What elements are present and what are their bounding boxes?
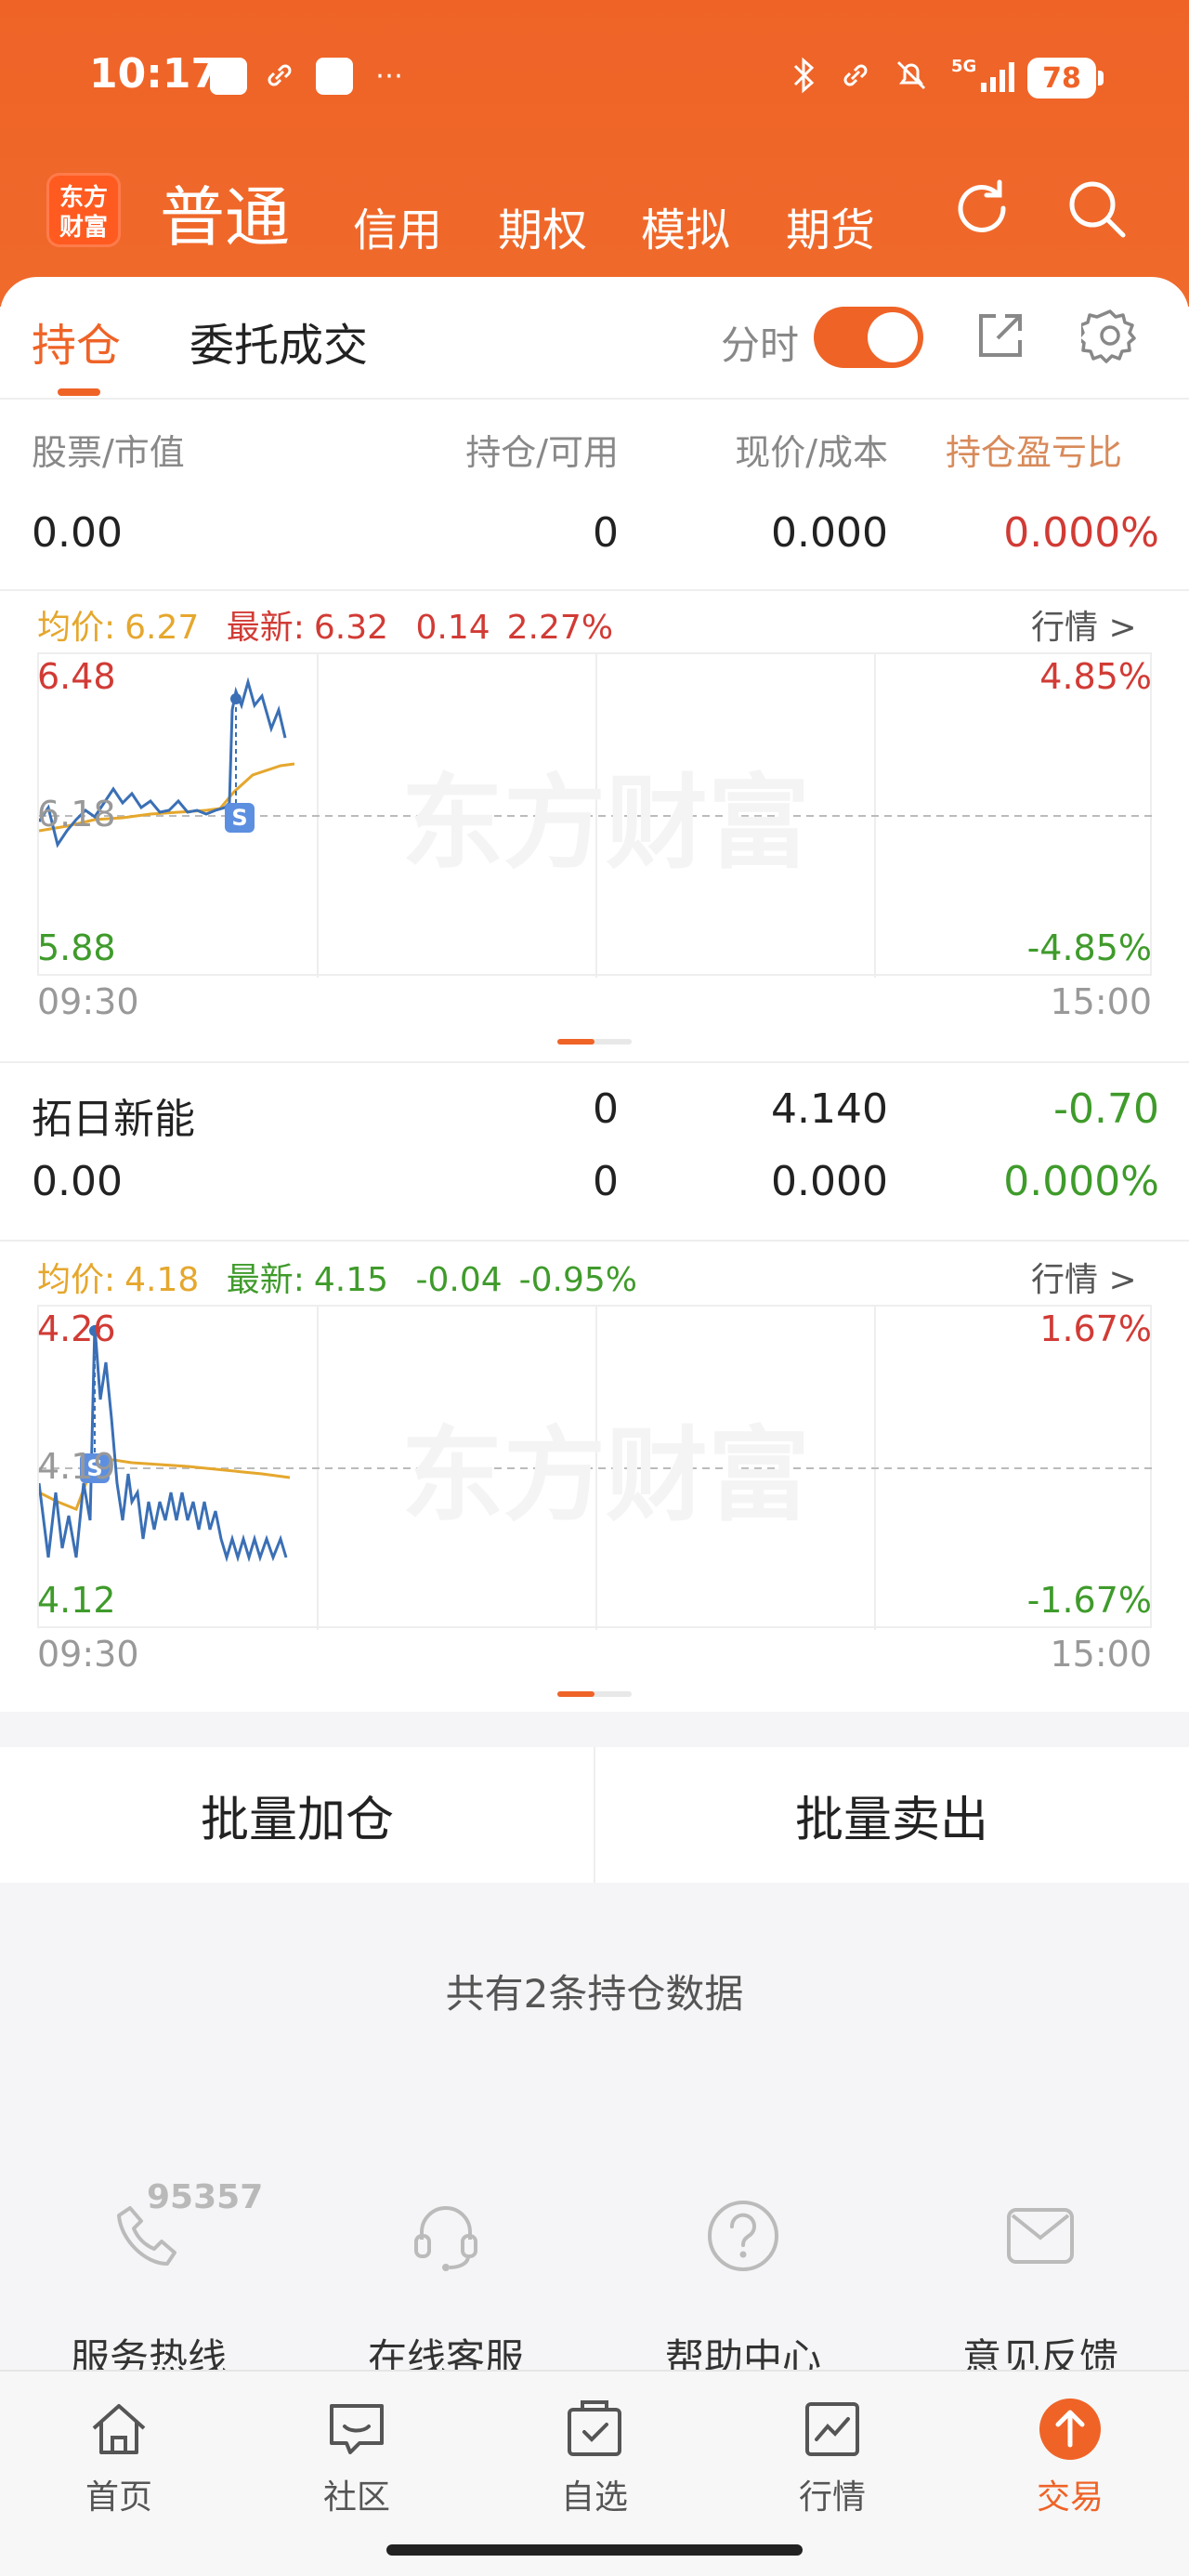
svg-text:东方财富: 东方财富: [401, 1416, 810, 1535]
mute-icon: [892, 56, 931, 95]
stock2-y-top: 4.26: [37, 1308, 116, 1349]
total-market-value: 0.00: [32, 509, 123, 557]
bluetooth-icon: [784, 56, 823, 95]
stock2-name[interactable]: 拓日新能: [32, 1085, 195, 1145]
settings-button[interactable]: [1078, 303, 1143, 368]
batch-add-button[interactable]: 批量加仓: [0, 1747, 594, 1883]
batch-actions: 批量加仓 批量卖出: [0, 1747, 1189, 1883]
stock2-position: 0: [593, 1085, 619, 1133]
column-header-position: 持仓/可用: [465, 432, 619, 473]
link-icon: [836, 56, 875, 95]
app-header: 10:17 ⋯ 5G 78 东方财富 普通 信用 期权 模拟 期货: [0, 0, 1189, 307]
stock2-price-line: [39, 1324, 288, 1563]
tab-account-futures[interactable]: 期货: [786, 193, 875, 258]
app-logo: 东方财富: [46, 173, 121, 247]
stock2-value: 0.00: [32, 1158, 123, 1205]
stock2-price: 4.140: [771, 1085, 888, 1133]
svg-text:东方财富: 东方财富: [401, 764, 810, 883]
stock1-quote-link[interactable]: 行情 >: [1031, 600, 1137, 649]
column-header-stock-value: 股票/市值: [32, 432, 185, 473]
more-icon: ⋯: [375, 59, 403, 92]
link-icon: [260, 56, 299, 95]
tabbar-watchlist[interactable]: 自选: [520, 2394, 669, 2524]
column-header-price-cost[interactable]: 现价/成本: [650, 424, 888, 475]
help-icon: [697, 2189, 790, 2282]
positions-count-text: 共有2条持仓数据: [445, 1971, 744, 2017]
search-button[interactable]: [1063, 175, 1131, 243]
stock2-quote-link[interactable]: 行情 >: [1031, 1253, 1137, 1301]
service-feedback-button[interactable]: 意见反馈: [892, 2189, 1189, 2381]
refresh-button[interactable]: [947, 175, 1016, 243]
stock1-quote-summary: 均价: 6.27 最新: 6.32 0.14 2.27%: [37, 609, 614, 647]
stock1-pct-top: 4.85%: [1039, 656, 1152, 697]
stock2-time-start: 09:30: [37, 1634, 139, 1675]
svg-text:5G: 5G: [951, 57, 976, 76]
tab-positions[interactable]: 持仓: [32, 309, 121, 374]
mail-icon: [994, 2189, 1087, 2282]
stock1-pct-bottom: -4.85%: [1026, 927, 1152, 968]
service-help-button[interactable]: 帮助中心: [594, 2189, 892, 2381]
total-position: 0: [593, 509, 619, 557]
news-app-icon: [316, 58, 353, 95]
signal-5g-icon: 5G: [951, 56, 1018, 95]
refresh-icon: [958, 179, 1006, 233]
stock2-pl: -0.70: [1053, 1085, 1159, 1133]
phone-icon: [102, 2189, 195, 2282]
stock2-y-mid: 4.19: [37, 1446, 116, 1487]
stock1-time-end: 15:00: [1050, 981, 1152, 1022]
status-bar: 10:17 ⋯ 5G 78: [0, 46, 1189, 112]
timeshare-label: 分时: [721, 322, 800, 368]
service-online-button[interactable]: 在线客服: [297, 2189, 594, 2381]
stock2-cost: 0.000: [771, 1158, 888, 1205]
stock1-y-bottom: 5.88: [37, 927, 116, 968]
stock2-time-end: 15:00: [1050, 1634, 1152, 1675]
stock2-pct-bottom: -1.67%: [1026, 1580, 1152, 1621]
community-icon: [321, 2394, 392, 2464]
tab-orders[interactable]: 委托成交: [189, 309, 368, 374]
tab-account-credit[interactable]: 信用: [353, 193, 442, 258]
tabbar-home[interactable]: 首页: [45, 2394, 193, 2524]
stock2-chart-pager[interactable]: [557, 1691, 632, 1697]
total-price: 0.000: [771, 509, 888, 557]
stock1-time-start: 09:30: [37, 981, 139, 1022]
app-notification-icon: [210, 58, 247, 95]
home-icon: [84, 2394, 154, 2464]
stock2-pl-ratio: 0.000%: [1003, 1158, 1159, 1205]
tabbar-market[interactable]: 行情: [758, 2394, 907, 2524]
stock1-y-mid: 6.18: [37, 794, 116, 835]
watchlist-icon: [559, 2394, 630, 2464]
tabbar-community[interactable]: 社区: [282, 2394, 431, 2524]
tab-account-simulation[interactable]: 模拟: [641, 193, 730, 258]
status-time: 10:17: [89, 50, 220, 98]
battery-indicator: 78: [1027, 58, 1104, 99]
column-header-pl-ratio[interactable]: 持仓盈亏比: [946, 424, 1159, 475]
active-tab-indicator: [58, 388, 100, 396]
headset-icon: [399, 2189, 492, 2282]
stock2-quote-summary: 均价: 4.18 最新: 4.15 -0.04 -0.95%: [37, 1261, 638, 1299]
service-hotline-button[interactable]: 服务热线: [0, 2189, 297, 2381]
home-indicator: [386, 2544, 803, 2556]
total-pl-ratio: 0.000%: [1003, 509, 1159, 557]
tabbar-trade[interactable]: 交易: [996, 2394, 1144, 2524]
tab-account-normal[interactable]: 普通: [160, 165, 290, 259]
stock2-available: 0: [593, 1158, 619, 1205]
stock1-y-top: 6.48: [37, 656, 116, 697]
svg-text:S: S: [231, 805, 247, 831]
stock2-pct-top: 1.67%: [1039, 1308, 1152, 1349]
stock1-chart-pager[interactable]: [557, 1039, 632, 1045]
positions-card: 持仓 委托成交 分时 股票/市值 持仓/可用 现价/成本 持仓盈亏比 0.00 …: [0, 277, 1189, 1712]
search-icon: [1069, 181, 1126, 238]
tab-account-options[interactable]: 期权: [498, 193, 587, 258]
trade-icon: [1035, 2394, 1105, 2464]
share-icon: [979, 314, 1022, 357]
gear-icon: [1081, 309, 1136, 363]
timeshare-toggle[interactable]: [814, 307, 923, 368]
stock2-y-bottom: 4.12: [37, 1580, 116, 1621]
market-icon: [797, 2394, 868, 2464]
share-button[interactable]: [968, 303, 1033, 368]
batch-sell-button[interactable]: 批量卖出: [594, 1747, 1189, 1883]
